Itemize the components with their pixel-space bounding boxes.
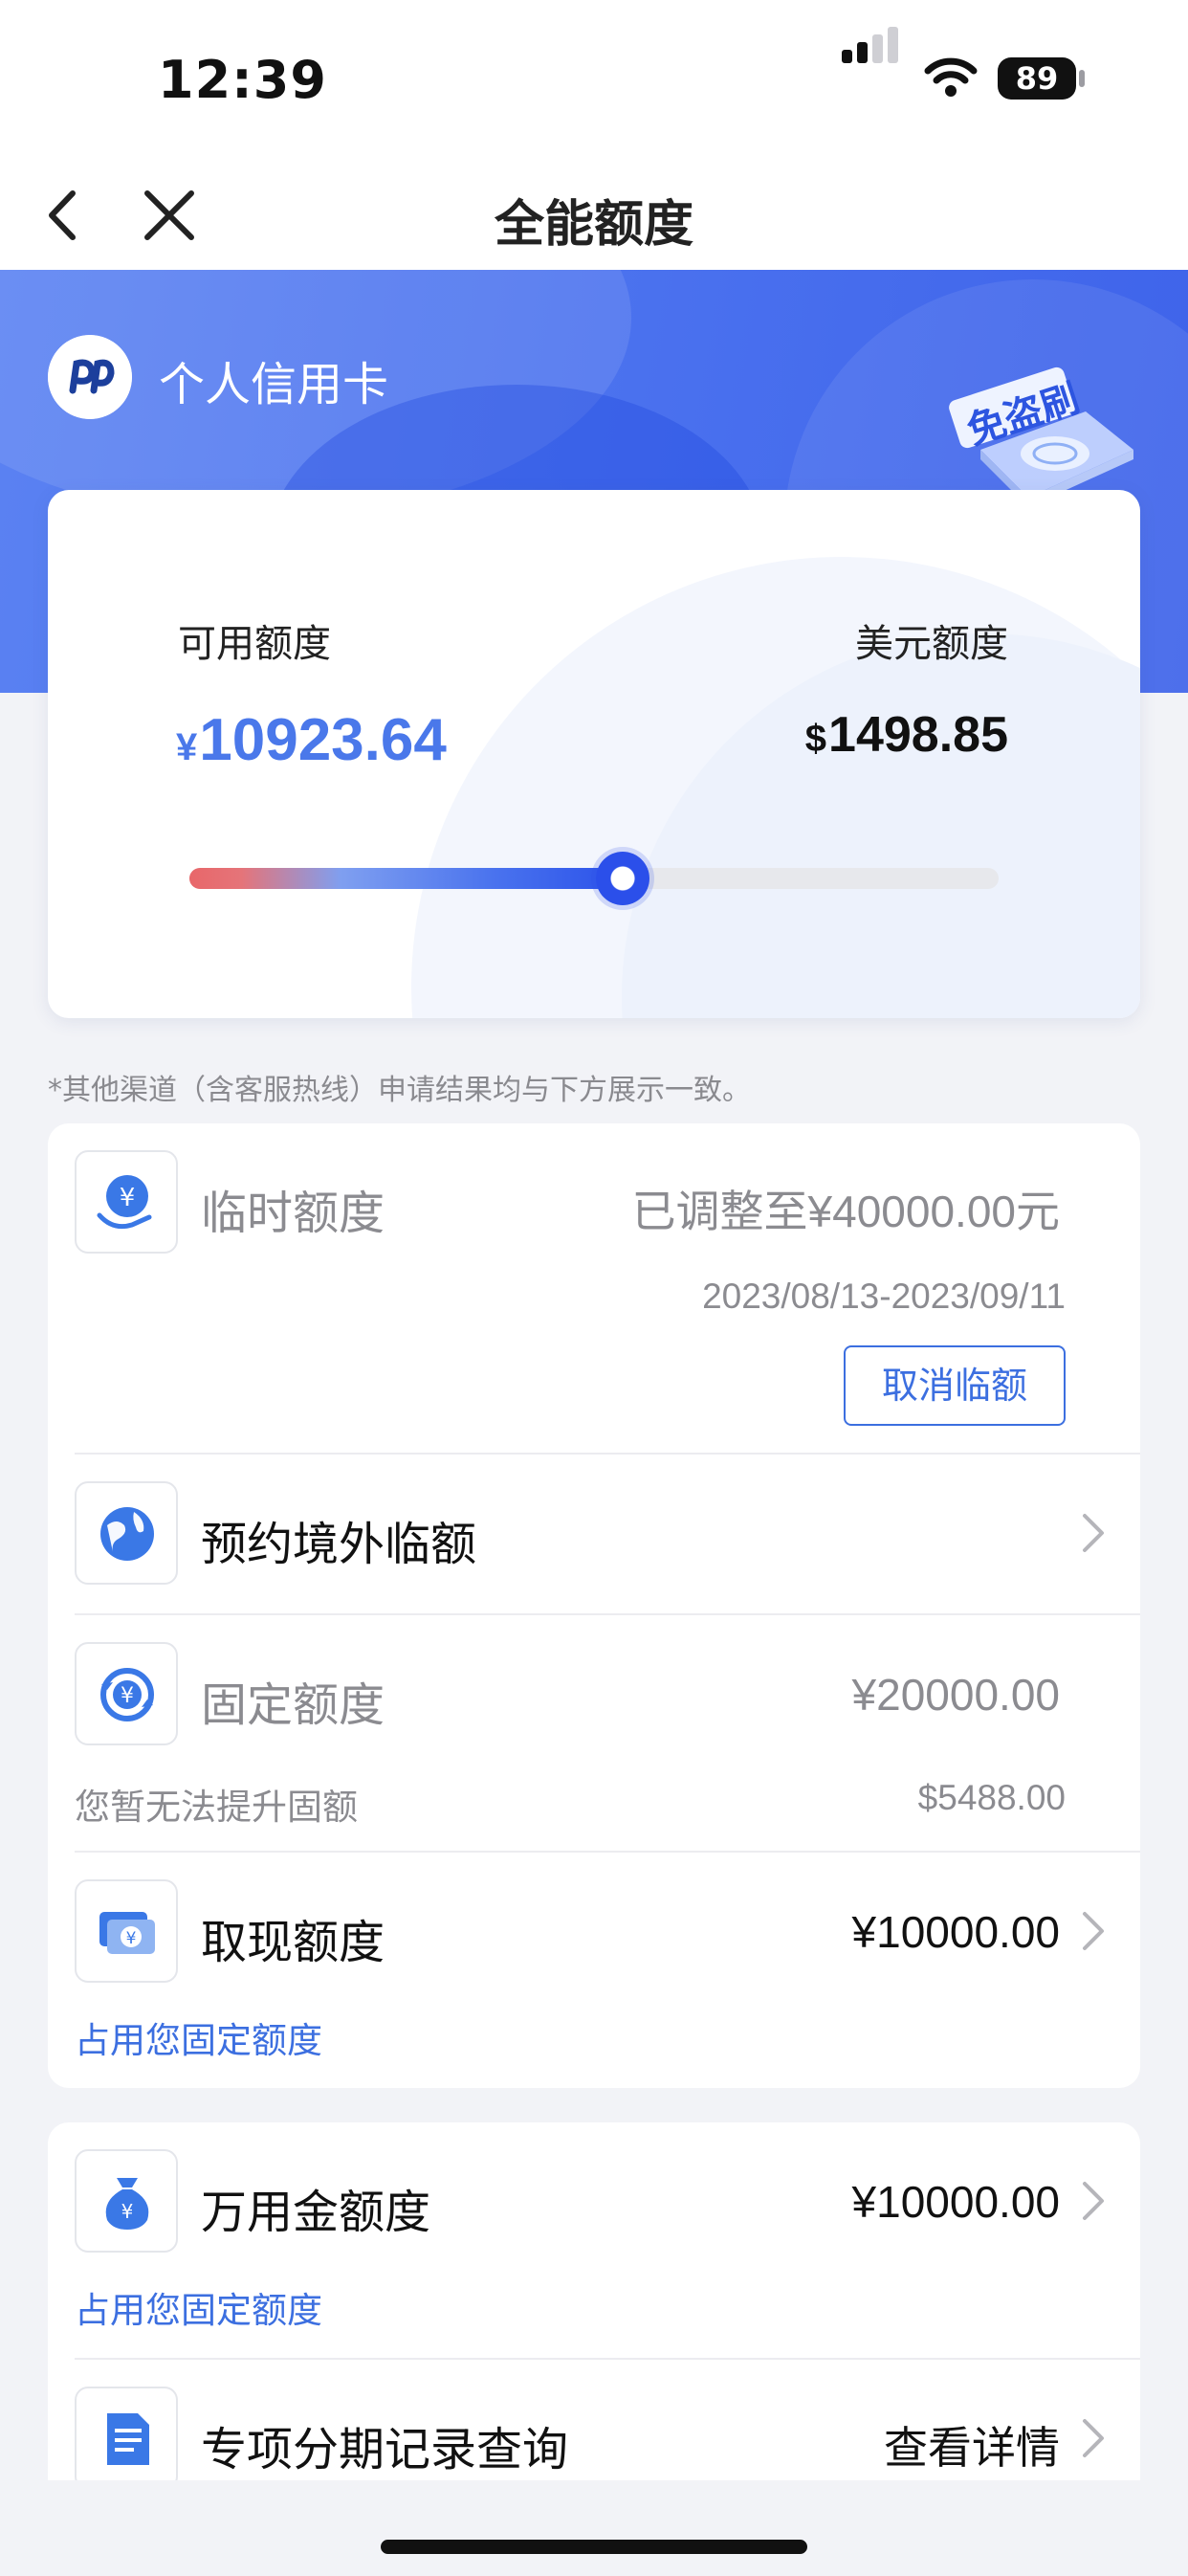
fixed-limit-row: ¥ 固定额度 ¥20000.00 您暂无法提升固额 $5488.00 — [48, 1615, 1140, 1849]
limit-usage-fill — [189, 868, 623, 889]
wanyongjin-limit-row[interactable]: ¥ 万用金额度 ¥10000.00 占用您固定额度 — [48, 2122, 1140, 2356]
page-title: 全能额度 — [494, 196, 693, 254]
svg-text:¥: ¥ — [121, 1684, 134, 1708]
wanyongjin-limit-value: ¥10000.00 — [851, 2177, 1060, 2227]
usd-limit-amount: $1498.85 — [805, 706, 1008, 764]
limit-usage-bar — [189, 852, 999, 905]
svg-text:¥: ¥ — [126, 1929, 137, 1948]
navigation-bar: 全能额度 — [0, 163, 1188, 270]
globe-icon — [100, 1507, 154, 1561]
extras-card: ¥ 万用金额度 ¥10000.00 占用您固定额度 专项分期记录查询 查看详情 — [48, 2122, 1140, 2524]
installment-view-details: 查看详情 — [884, 2423, 1060, 2473]
temporary-limit-icon-box: ¥ — [75, 1150, 178, 1254]
installment-icon-box — [75, 2387, 178, 2490]
cash-limit-label: 取现额度 — [201, 1916, 385, 1969]
currency-symbol: ¥ — [176, 726, 198, 768]
usd-limit-label: 美元额度 — [855, 622, 1008, 666]
wanyongjin-limit-note: 占用您固定额度 — [75, 2290, 322, 2331]
fixed-limit-icon: ¥ — [100, 1668, 154, 1721]
chevron-right-icon — [1083, 1514, 1104, 1552]
wifi-icon — [924, 57, 978, 97]
wanyongjin-limit-label: 万用金额度 — [201, 2186, 431, 2239]
limit-usage-thumb — [595, 852, 649, 905]
cancel-temporary-limit-button[interactable]: 取消临额 — [844, 1345, 1066, 1426]
svg-text:¥: ¥ — [120, 1184, 136, 1212]
battery-tip — [1079, 70, 1085, 87]
document-list-icon — [107, 2413, 149, 2465]
overseas-temporary-limit-row[interactable]: 预约境外临额 — [48, 1455, 1140, 1613]
credit-limit-summary-card: 可用额度 ¥10923.64 美元额度 $1498.85 — [48, 490, 1140, 1018]
installment-records-label: 专项分期记录查询 — [201, 2423, 569, 2476]
fixed-limit-usd-value: $5488.00 — [917, 1778, 1066, 1817]
temporary-limit-label: 临时额度 — [201, 1187, 385, 1240]
fixed-limit-icon-box: ¥ — [75, 1642, 178, 1745]
available-limit-amount: ¥10923.64 — [176, 706, 447, 774]
chevron-right-icon — [1083, 2182, 1104, 2220]
svg-text:¥: ¥ — [121, 2200, 134, 2223]
fixed-limit-note: 您暂无法提升固额 — [75, 1787, 358, 1828]
cash-icon: ¥ — [99, 1912, 155, 1954]
status-bar: 12:39 89 — [0, 0, 1188, 163]
available-limit-value: 10923.64 — [199, 707, 447, 773]
cash-limit-row[interactable]: ¥ 取现额度 ¥10000.00 占用您固定额度 — [48, 1853, 1140, 2088]
temporary-limit-period: 2023/08/13-2023/09/11 — [702, 1277, 1066, 1316]
temporary-limit-row: ¥ 临时额度 已调整至¥40000.00元 2023/08/13-2023/09… — [48, 1123, 1140, 1453]
battery-indicator: 89 — [998, 57, 1076, 100]
currency-symbol: $ — [804, 718, 827, 760]
fixed-limit-label: 固定额度 — [201, 1678, 385, 1732]
temporary-limit-icon: ¥ — [97, 1175, 152, 1230]
bank-logo-icon — [48, 335, 132, 419]
cash-limit-note: 占用您固定额度 — [75, 2020, 322, 2061]
channel-notice: *其他渠道（含客服热线）申请结果均与下方展示一致。 — [48, 1074, 751, 1107]
cash-limit-value: ¥10000.00 — [851, 1907, 1060, 1957]
cash-limit-icon-box: ¥ — [75, 1879, 178, 1983]
card-type-label: 个人信用卡 — [159, 358, 389, 411]
bottom-safe-area — [0, 2480, 1188, 2576]
chevron-right-icon — [1083, 2419, 1104, 2457]
money-bag-icon: ¥ — [105, 2178, 149, 2230]
wanyongjin-icon-box: ¥ — [75, 2149, 178, 2253]
status-time: 12:39 — [158, 50, 327, 110]
overseas-limit-icon-box — [75, 1481, 178, 1585]
temporary-limit-value: 已调整至¥40000.00元 — [631, 1187, 1060, 1236]
fixed-limit-value: ¥20000.00 — [851, 1670, 1060, 1720]
usd-limit-value: 1498.85 — [828, 707, 1008, 763]
home-indicator[interactable] — [381, 2540, 807, 2554]
available-limit-label: 可用额度 — [178, 622, 331, 666]
overseas-limit-label: 预约境外临额 — [201, 1518, 477, 1571]
limits-card: ¥ 临时额度 已调整至¥40000.00元 2023/08/13-2023/09… — [48, 1123, 1140, 2088]
chevron-right-icon — [1083, 1912, 1104, 1950]
